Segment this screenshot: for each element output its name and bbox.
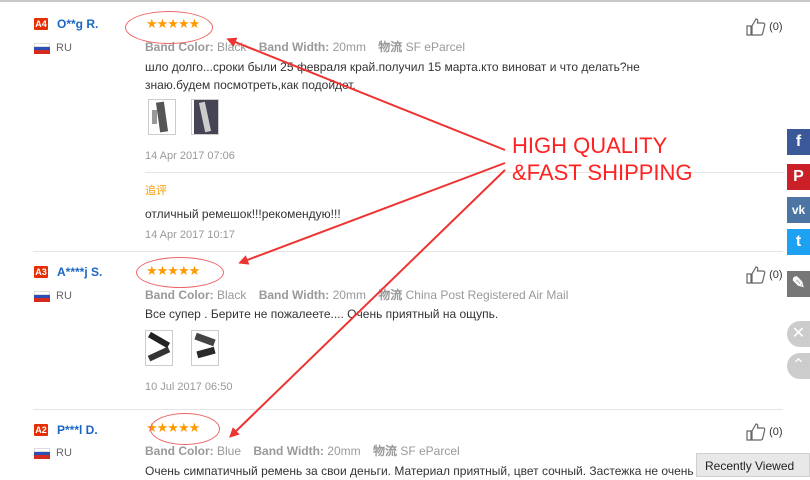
buyer-level-badge: A3	[34, 266, 48, 278]
buyer-country: RU	[56, 42, 72, 54]
buyer-country: RU	[56, 447, 72, 459]
russia-flag-icon	[34, 291, 50, 302]
thumbs-up-icon	[746, 423, 766, 441]
promo-annotation: HIGH QUALITY &FAST SHIPPING	[512, 132, 693, 186]
like-button[interactable]: (0)	[746, 266, 783, 284]
review-date: 10 Jul 2017 06:50	[145, 381, 233, 393]
review-divider	[33, 251, 783, 252]
russia-flag-icon	[34, 43, 50, 54]
twitter-icon[interactable]: t	[787, 229, 810, 255]
close-icon[interactable]: ✕	[787, 321, 810, 347]
annotation-circle	[125, 11, 213, 44]
russia-flag-icon	[34, 448, 50, 459]
chevron-up-icon[interactable]: ⌃	[787, 353, 810, 379]
promo-line-1: HIGH QUALITY	[512, 133, 668, 158]
buyer-country: RU	[56, 290, 72, 302]
order-info: Band Color: Black Band Width: 20mm 物流 Ch…	[145, 288, 569, 302]
pinterest-icon[interactable]: P	[787, 164, 810, 190]
review-divider	[33, 409, 783, 410]
review-date: 14 Apr 2017 07:06	[145, 150, 235, 162]
order-info: Band Color: Blue Band Width: 20mm 物流 SF …	[145, 444, 460, 458]
review-text: Все супер . Берите не пожалеете.... Очен…	[145, 307, 499, 321]
annotation-circle	[136, 257, 224, 288]
annotation-arrow	[226, 37, 506, 151]
review-text: Очень симпатичный ремень за свои деньги.…	[145, 464, 694, 478]
review-photo[interactable]	[191, 330, 219, 366]
review-photo[interactable]	[191, 99, 219, 135]
buyer-level-badge: A2	[34, 424, 48, 436]
review-photo[interactable]	[145, 330, 173, 366]
top-divider	[0, 0, 810, 2]
edit-icon[interactable]: ✎	[787, 271, 810, 297]
buyer-name[interactable]: O**g R.	[57, 17, 98, 31]
additional-feedback-label: 追评	[145, 185, 167, 197]
review-text: шло долго...сроки были 25 февраля край.п…	[145, 60, 640, 92]
like-button[interactable]: (0)	[746, 18, 783, 36]
recently-viewed-button[interactable]: Recently Viewed	[696, 453, 810, 477]
like-count: (0)	[769, 425, 783, 438]
review-photo[interactable]	[148, 99, 176, 135]
like-count: (0)	[769, 20, 783, 33]
annotation-circle	[150, 413, 220, 445]
thumbs-up-icon	[746, 266, 766, 284]
buyer-name[interactable]: A****j S.	[57, 265, 102, 279]
thumbs-up-icon	[746, 18, 766, 36]
facebook-icon[interactable]: f	[787, 129, 810, 155]
vk-icon[interactable]: vk	[787, 197, 810, 223]
additional-feedback-text: отличный ремешок!!!рекомендую!!!	[145, 207, 341, 221]
promo-line-2: &FAST SHIPPING	[512, 160, 693, 185]
additional-feedback-date: 14 Apr 2017 10:17	[145, 229, 235, 241]
buyer-level-badge: A4	[34, 18, 48, 30]
buyer-name[interactable]: P***l D.	[57, 423, 98, 437]
like-button[interactable]: (0)	[746, 423, 783, 441]
like-count: (0)	[769, 268, 783, 281]
